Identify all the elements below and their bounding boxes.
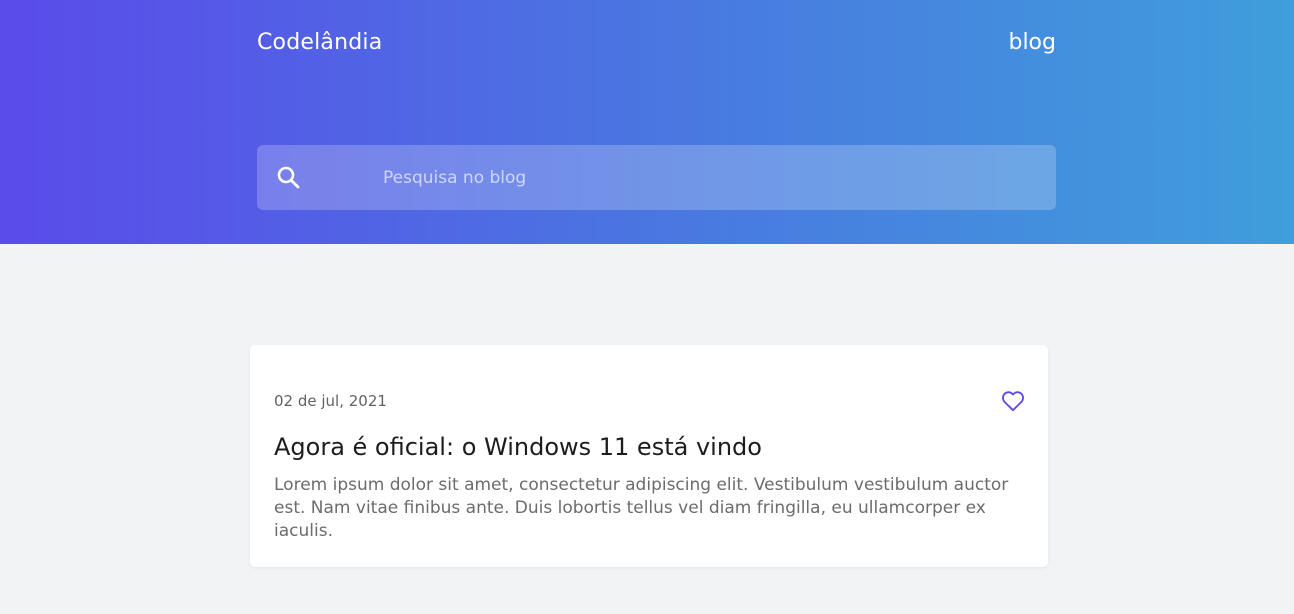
header: Codelândia blog <box>0 0 1294 244</box>
search-icon[interactable] <box>275 164 303 192</box>
search-input[interactable] <box>383 145 1033 210</box>
like-button[interactable] <box>1000 388 1026 414</box>
post-date: 02 de jul, 2021 <box>274 392 387 410</box>
post-card[interactable]: 02 de jul, 2021 Agora é oficial: o Windo… <box>250 345 1048 567</box>
post-excerpt: Lorem ipsum dolor sit amet, consectetur … <box>274 475 1009 541</box>
search-bar <box>257 145 1056 210</box>
heart-icon <box>1000 391 1026 417</box>
post-title[interactable]: Agora é oficial: o Windows 11 está vindo <box>274 433 762 461</box>
brand-logo[interactable]: Codelândia <box>257 30 382 55</box>
nav-blog-link[interactable]: blog <box>1008 30 1056 55</box>
